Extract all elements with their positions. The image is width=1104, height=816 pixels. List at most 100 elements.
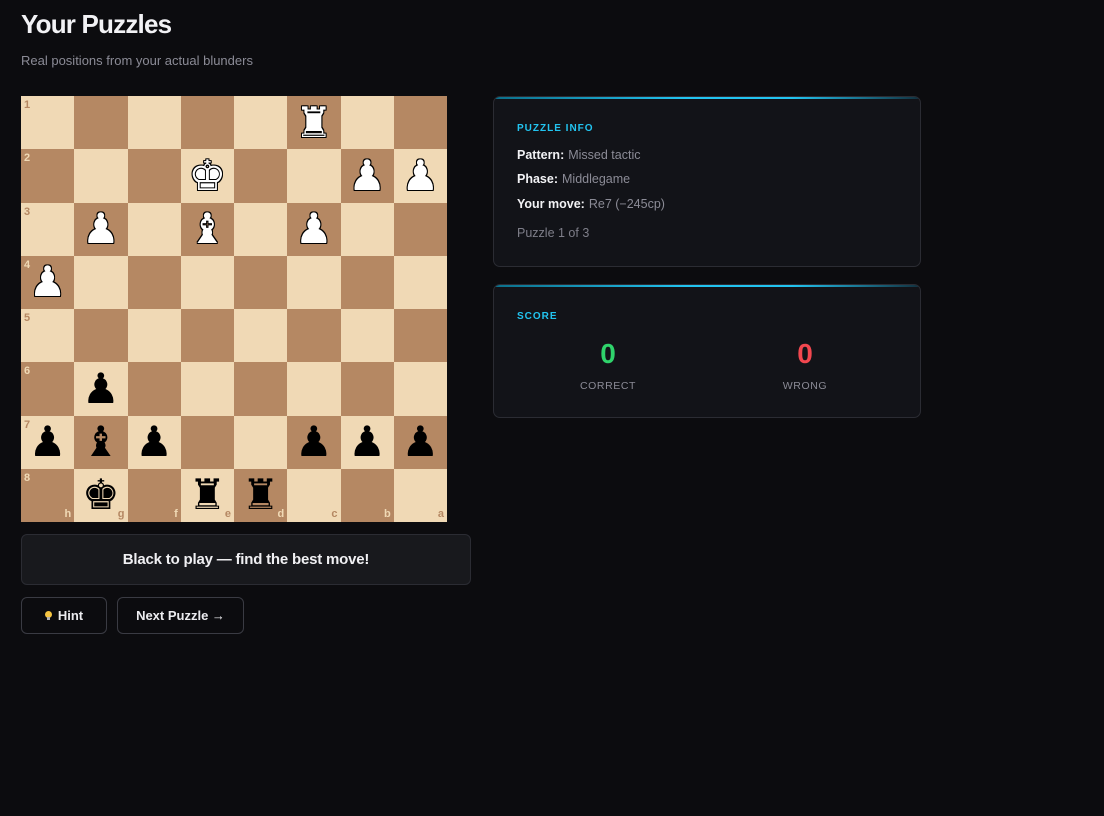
black-pawn-icon[interactable]: ♟ bbox=[348, 421, 386, 463]
board-square[interactable] bbox=[340, 255, 394, 309]
board-square[interactable]: ♟ bbox=[74, 202, 128, 256]
board-square[interactable]: ♟ bbox=[393, 149, 447, 203]
board-square[interactable] bbox=[340, 96, 394, 150]
black-pawn-icon[interactable]: ♟ bbox=[29, 421, 67, 463]
board-square[interactable]: ♟ bbox=[127, 415, 181, 469]
rank-label: 4 bbox=[24, 258, 31, 271]
board-square[interactable]: c bbox=[287, 468, 341, 522]
board-square[interactable] bbox=[393, 255, 447, 309]
page-title: Your Puzzles bbox=[21, 9, 172, 39]
board-square[interactable]: 2 bbox=[21, 149, 75, 203]
board-square[interactable]: ♟ bbox=[340, 415, 394, 469]
board-square[interactable] bbox=[127, 309, 181, 363]
board-square[interactable]: 6 bbox=[21, 362, 75, 416]
board-square[interactable] bbox=[127, 362, 181, 416]
board-square[interactable] bbox=[234, 202, 288, 256]
board-square[interactable]: ♟ bbox=[340, 149, 394, 203]
board-square[interactable] bbox=[340, 362, 394, 416]
board-square[interactable] bbox=[180, 96, 234, 150]
black-bishop-icon[interactable]: ♝ bbox=[82, 421, 120, 463]
white-pawn-icon[interactable]: ♟ bbox=[82, 208, 120, 250]
white-pawn-icon[interactable]: ♟ bbox=[348, 154, 386, 197]
board-square[interactable] bbox=[234, 255, 288, 309]
board-square[interactable] bbox=[287, 255, 341, 309]
board-square[interactable] bbox=[234, 149, 288, 203]
board-square[interactable]: a bbox=[393, 468, 447, 522]
board-square[interactable]: e ♜ bbox=[180, 468, 234, 522]
white-pawn-icon[interactable]: ♟ bbox=[402, 154, 440, 197]
board-square[interactable]: g ♚ bbox=[74, 468, 128, 522]
phase-label: Phase: bbox=[517, 172, 558, 186]
board-square[interactable] bbox=[234, 415, 288, 469]
phase-row: Phase: Middlegame bbox=[517, 172, 630, 186]
board-square[interactable] bbox=[127, 255, 181, 309]
board-square[interactable] bbox=[127, 202, 181, 256]
board-square[interactable] bbox=[287, 149, 341, 203]
board-square[interactable] bbox=[127, 149, 181, 203]
board-square[interactable] bbox=[74, 96, 128, 150]
file-label: g bbox=[117, 508, 125, 520]
board-square[interactable]: 4 ♟ bbox=[21, 255, 75, 309]
board-square[interactable]: d ♜ bbox=[234, 468, 288, 522]
rank-label: 8 bbox=[24, 471, 31, 484]
board-square[interactable] bbox=[180, 255, 234, 309]
white-pawn-icon[interactable]: ♟ bbox=[29, 261, 67, 303]
black-rook-icon[interactable]: ♜ bbox=[242, 474, 280, 516]
white-rook-icon[interactable]: ♜ bbox=[295, 101, 333, 144]
board-square[interactable]: 5 bbox=[21, 309, 75, 363]
board-square[interactable] bbox=[234, 96, 288, 150]
black-king-icon[interactable]: ♚ bbox=[82, 474, 120, 516]
board-square[interactable] bbox=[74, 255, 128, 309]
white-bishop-icon[interactable]: ♝ bbox=[189, 208, 227, 250]
board-square[interactable]: ♚ bbox=[180, 149, 234, 203]
card-accent-line bbox=[494, 285, 920, 287]
board-square[interactable]: ♝ bbox=[180, 202, 234, 256]
board-square[interactable] bbox=[127, 96, 181, 150]
board-square[interactable]: ♟ bbox=[287, 202, 341, 256]
board-square[interactable] bbox=[287, 362, 341, 416]
board-square[interactable] bbox=[74, 149, 128, 203]
board-square[interactable]: ♜ bbox=[287, 96, 341, 150]
board-square[interactable]: ♟ bbox=[287, 415, 341, 469]
board-square[interactable]: 3 bbox=[21, 202, 75, 256]
phase-value: Middlegame bbox=[562, 172, 631, 186]
board-square[interactable] bbox=[180, 309, 234, 363]
white-pawn-icon[interactable]: ♟ bbox=[295, 208, 333, 250]
board-square[interactable] bbox=[180, 415, 234, 469]
board-square[interactable]: ♟ bbox=[74, 362, 128, 416]
rank-label: 5 bbox=[24, 312, 31, 324]
board-square[interactable]: b bbox=[340, 468, 394, 522]
rank-label: 7 bbox=[24, 418, 31, 431]
white-king-icon[interactable]: ♚ bbox=[189, 154, 227, 197]
your-move-value: Re7 (−245cp) bbox=[588, 197, 665, 211]
black-pawn-icon[interactable]: ♟ bbox=[135, 421, 173, 463]
next-puzzle-button[interactable]: Next Puzzle → bbox=[117, 597, 244, 634]
chess-board[interactable]: 1 ♜ 2 ♚ ♟ ♟ 3 ♟ ♝ ♟ 4 ♟ 5 6 ♟ 7 ♟ ♝ ♟ ♟ ♟ ♟ 8 h g ♚ f e ♜ d ♜ c b a bbox=[21, 96, 447, 522]
correct-score: 0 CORRECT bbox=[548, 337, 668, 392]
black-pawn-icon[interactable]: ♟ bbox=[82, 367, 120, 410]
board-square[interactable] bbox=[180, 362, 234, 416]
board-square[interactable] bbox=[234, 309, 288, 363]
board-square[interactable] bbox=[393, 96, 447, 150]
black-rook-icon[interactable]: ♜ bbox=[189, 474, 227, 516]
board-square[interactable]: f bbox=[127, 468, 181, 522]
wrong-label: WRONG bbox=[782, 380, 828, 392]
board-square[interactable] bbox=[393, 309, 447, 363]
board-square[interactable]: 1 bbox=[21, 96, 75, 150]
board-square[interactable] bbox=[234, 362, 288, 416]
board-square[interactable]: ♝ bbox=[74, 415, 128, 469]
board-square[interactable]: 8h bbox=[21, 468, 75, 522]
board-square[interactable] bbox=[340, 202, 394, 256]
hint-button-label: Hint bbox=[57, 608, 84, 623]
black-pawn-icon[interactable]: ♟ bbox=[402, 421, 440, 463]
board-square[interactable] bbox=[74, 309, 128, 363]
board-square[interactable] bbox=[393, 202, 447, 256]
board-square[interactable] bbox=[393, 362, 447, 416]
hint-button[interactable]: Hint bbox=[21, 597, 107, 634]
black-pawn-icon[interactable]: ♟ bbox=[295, 421, 333, 463]
board-square[interactable] bbox=[340, 309, 394, 363]
board-square[interactable]: ♟ bbox=[393, 415, 447, 469]
board-square[interactable] bbox=[287, 309, 341, 363]
puzzle-count: Puzzle 1 of 3 bbox=[517, 226, 590, 240]
board-square[interactable]: 7 ♟ bbox=[21, 415, 75, 469]
